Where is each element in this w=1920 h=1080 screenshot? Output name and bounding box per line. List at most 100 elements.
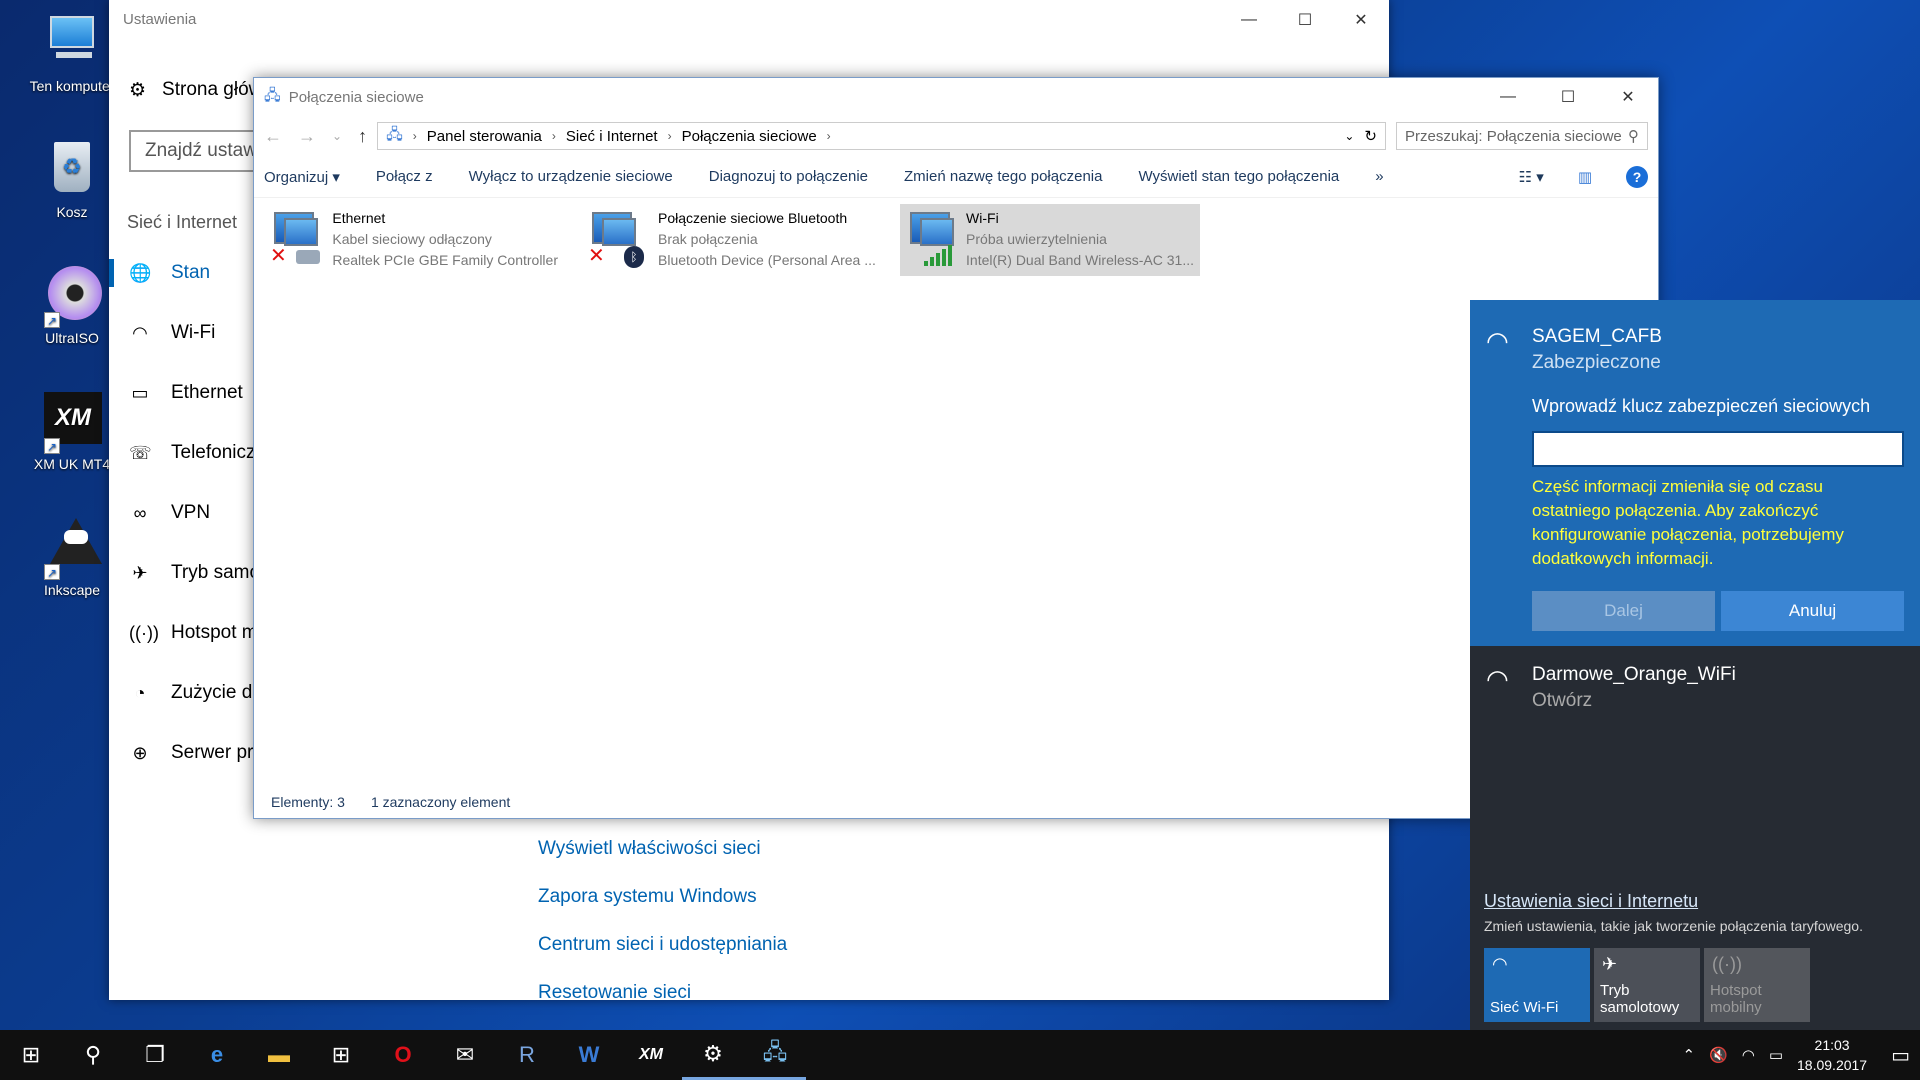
action-center-icon[interactable]: ▭ — [1891, 1043, 1910, 1068]
taskbar-store[interactable]: ⊞ — [310, 1030, 372, 1080]
link-firewall[interactable]: Zapora systemu Windows — [538, 886, 787, 908]
control-panel-icon: 🖧 — [386, 125, 403, 143]
settings-links: Wyświetl właściwości sieci Zapora system… — [538, 838, 787, 1030]
desktop-icon-label: Kosz — [56, 204, 88, 220]
toolbar-more[interactable]: » — [1375, 168, 1383, 185]
tray-chevron-up-icon[interactable]: ⌃ — [1682, 1046, 1695, 1064]
network-security: Zabezpieczone — [1532, 352, 1661, 373]
desktop-icon-label: Ten komputer — [29, 78, 115, 94]
breadcrumb-item[interactable]: Panel sterowania — [427, 128, 542, 145]
ultraiso-icon: ↗ — [42, 264, 102, 328]
ethernet-icon: ▭ — [131, 382, 149, 403]
forward-arrow-icon[interactable]: → — [298, 126, 316, 147]
network-security: Otwórz — [1532, 690, 1593, 711]
network-item-other[interactable]: ◠ Darmowe_Orange_WiFi Otwórz — [1470, 646, 1920, 730]
hotspot-icon: ((·)) — [1712, 954, 1742, 974]
xm-icon: XM ↗ — [42, 390, 102, 454]
battery-icon[interactable]: ▭ — [1769, 1046, 1783, 1064]
next-button[interactable]: Dalej — [1532, 591, 1715, 631]
desktop-icon-recycle-bin[interactable]: ♻ Kosz — [22, 138, 122, 220]
maximize-button[interactable]: ☐ — [1538, 78, 1598, 116]
view-options-icon[interactable]: ☷ ▾ — [1519, 168, 1544, 186]
quick-action-hotspot[interactable]: ((·)) Hotspot mobilny — [1704, 948, 1810, 1022]
taskbar-edge[interactable]: e — [186, 1030, 248, 1080]
toolbar-rename[interactable]: Zmień nazwę tego połączenia — [904, 168, 1102, 185]
task-view-button[interactable]: ❐ — [124, 1030, 186, 1080]
wifi-tray-icon[interactable]: ◠ — [1742, 1046, 1755, 1064]
network-settings-desc: Zmień ustawienia, takie jak tworzenie po… — [1484, 918, 1863, 934]
desktop-icon-ultraiso[interactable]: ↗ UltraISO — [22, 264, 122, 346]
address-bar[interactable]: 🖧 › Panel sterowania › Sieć i Internet ›… — [377, 122, 1386, 150]
network-folder-icon: 🖧 — [264, 86, 281, 104]
signal-strength-icon — [924, 245, 953, 266]
back-arrow-icon[interactable]: ← — [264, 126, 282, 147]
minimize-button[interactable]: — — [1221, 0, 1277, 40]
inkscape-icon: ↗ — [42, 516, 102, 580]
desktop-icon-label: Inkscape — [43, 582, 101, 598]
search-button[interactable]: ⚲ — [62, 1030, 124, 1080]
desktop-icon-inkscape[interactable]: ↗ Inkscape — [22, 516, 122, 598]
quick-action-airplane[interactable]: ✈ Tryb samolotowy — [1594, 948, 1700, 1022]
link-network-reset[interactable]: Resetowanie sieci — [538, 982, 787, 1004]
network-connections-window[interactable]: 🖧 Połączenia sieciowe — ☐ ✕ ← → ⌄ ↑ 🖧 › … — [253, 77, 1659, 819]
help-icon[interactable]: ? — [1626, 165, 1648, 188]
close-button[interactable]: ✕ — [1598, 78, 1658, 116]
breadcrumb-separator-icon: › — [667, 129, 672, 143]
computer-icon — [42, 12, 102, 72]
desktop-icon-computer[interactable]: Ten komputer — [22, 12, 122, 94]
quick-action-label: Hotspot mobilny — [1710, 982, 1762, 1016]
recent-chevron-icon[interactable]: ⌄ — [332, 129, 342, 143]
toolbar-disable-device[interactable]: Wyłącz to urządzenie sieciowe — [469, 168, 673, 185]
taskbar-opera[interactable]: O — [372, 1030, 434, 1080]
wifi-adapter-icon — [906, 208, 954, 268]
breadcrumb-item[interactable]: Sieć i Internet — [566, 128, 658, 145]
settings-title: Ustawienia — [123, 11, 197, 28]
network-settings-link[interactable]: Ustawienia sieci i Internetu — [1484, 891, 1906, 912]
cancel-button[interactable]: Anuluj — [1721, 591, 1904, 631]
up-arrow-icon[interactable]: ↑ — [358, 126, 367, 147]
volume-mute-icon[interactable]: 🔇 — [1709, 1046, 1728, 1064]
address-dropdown-icon[interactable]: ⌄ — [1344, 129, 1354, 143]
desktop-icon-xm[interactable]: XM ↗ XM UK MT4 — [22, 390, 122, 472]
word-icon: W — [578, 1042, 600, 1067]
breadcrumb-item[interactable]: Połączenia sieciowe — [682, 128, 817, 145]
toolbar-connect[interactable]: Połącz z — [376, 168, 433, 185]
toolbar-diagnose[interactable]: Diagnozuj to połączenie — [709, 168, 868, 185]
info-warning: Część informacji zmieniła się od czasu o… — [1532, 477, 1844, 568]
connection-item-ethernet[interactable]: ✕ Ethernet Kabel sieciowy odłączony Real… — [264, 204, 564, 276]
link-network-properties[interactable]: Wyświetl właściwości sieci — [538, 838, 787, 860]
quick-action-wifi[interactable]: ◠ Sieć Wi-Fi — [1484, 948, 1590, 1022]
connection-item-wifi[interactable]: Wi-Fi Próba uwierzytelnienia Intel(R) Du… — [900, 204, 1200, 276]
maximize-button[interactable]: ☐ — [1277, 0, 1333, 40]
taskbar-r[interactable]: R — [496, 1030, 558, 1080]
taskbar-mail[interactable]: ✉ — [434, 1030, 496, 1080]
toolbar-organize[interactable]: Organizuj ▾ — [264, 168, 340, 186]
nav-arrows: ← → ⌄ ↑ — [264, 126, 367, 147]
breadcrumb-separator-icon: › — [412, 129, 417, 143]
start-button[interactable]: ⊞ — [0, 1030, 62, 1080]
taskbar-network-connections[interactable]: 🖧 — [744, 1030, 806, 1080]
taskbar-xm[interactable]: XM — [620, 1030, 682, 1080]
refresh-icon[interactable]: ↻ — [1364, 127, 1377, 145]
nav-item-label: Ethernet — [171, 382, 243, 403]
disconnected-x-icon: ✕ — [270, 245, 287, 267]
data-usage-icon: ◔ — [134, 682, 146, 703]
preview-pane-icon[interactable]: ▥ — [1578, 168, 1592, 186]
gear-icon: ⚙ — [129, 79, 147, 101]
active-network-panel: ◠ SAGEM_CAFB Zabezpieczone Wprowadź kluc… — [1470, 300, 1920, 646]
disconnected-x-icon: ✕ — [588, 245, 605, 267]
link-network-center[interactable]: Centrum sieci i udostępniania — [538, 934, 787, 956]
taskbar-explorer[interactable]: ▬ — [248, 1030, 310, 1080]
toolbar-view-status[interactable]: Wyświetl stan tego połączenia — [1138, 168, 1339, 185]
close-button[interactable]: ✕ — [1333, 0, 1389, 40]
clock[interactable]: 21:03 18.09.2017 — [1797, 1035, 1867, 1075]
minimize-button[interactable]: — — [1478, 78, 1538, 116]
folder-search-input[interactable]: Przeszukaj: Połączenia sieciowe ⚲ — [1396, 122, 1648, 150]
quick-actions: ◠ Sieć Wi-Fi ✈ Tryb samolotowy ((·)) Hotspo… — [1484, 948, 1906, 1022]
mail-icon: ✉ — [455, 1042, 475, 1067]
taskbar-word[interactable]: W — [558, 1030, 620, 1080]
connection-item-bluetooth[interactable]: ᛒ ✕ Połączenie sieciowe Bluetooth Brak p… — [582, 204, 882, 276]
taskbar-settings[interactable]: ⚙ — [682, 1030, 744, 1080]
security-key-input[interactable] — [1532, 431, 1904, 467]
address-row: ← → ⌄ ↑ 🖧 › Panel sterowania › Sieć i In… — [254, 116, 1658, 156]
